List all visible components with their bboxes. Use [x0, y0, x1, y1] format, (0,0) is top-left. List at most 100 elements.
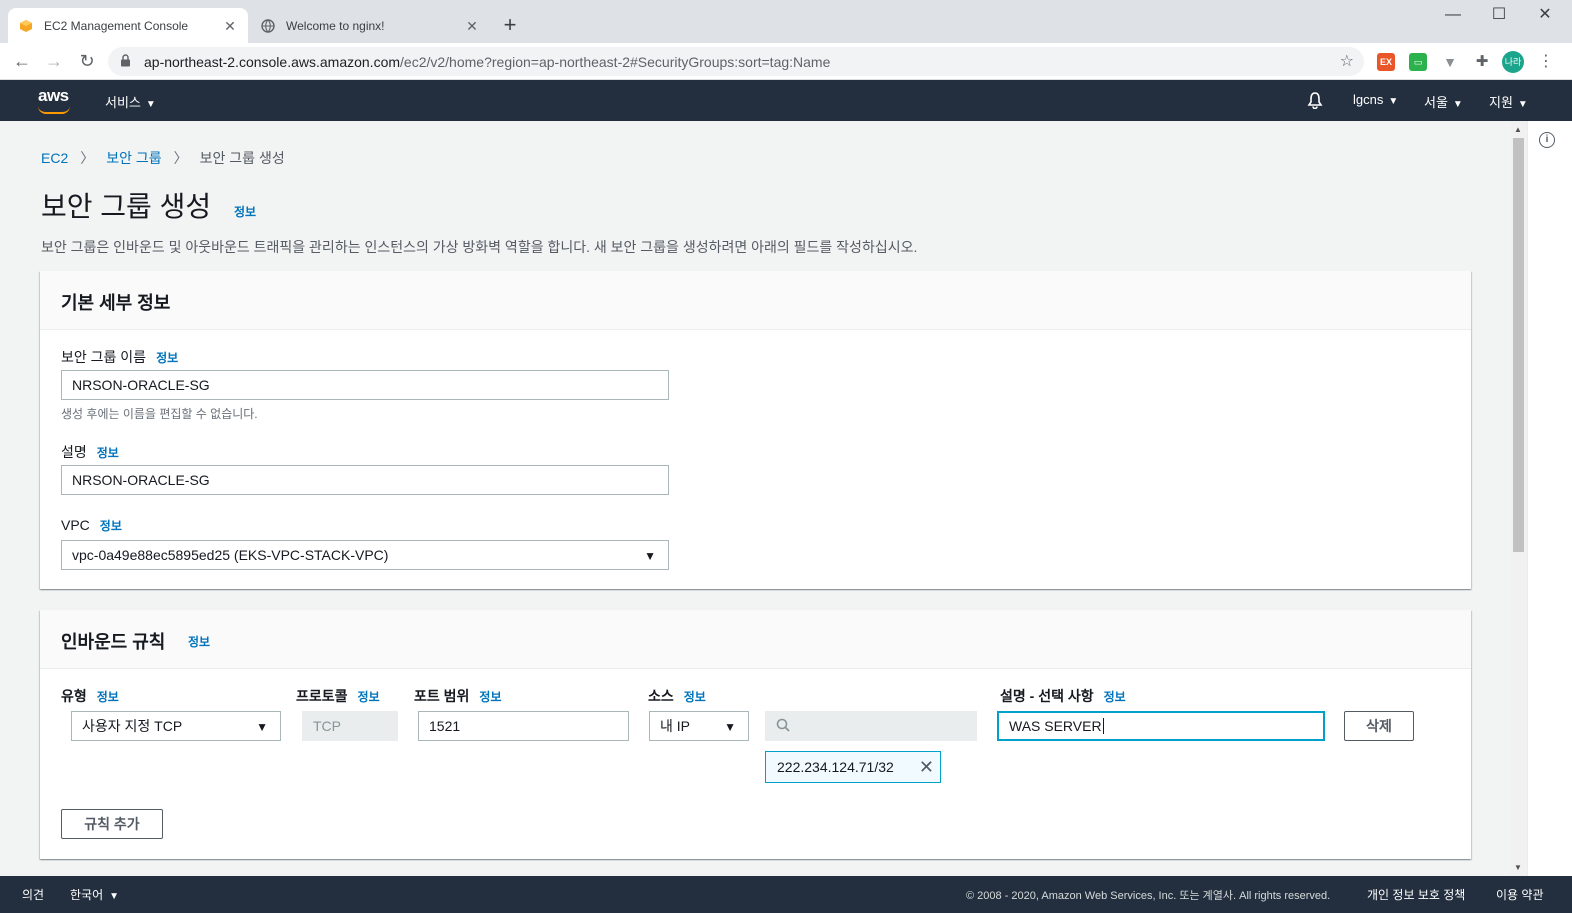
close-icon[interactable]: ✕ [464, 18, 480, 34]
page-title: 보안 그룹 생성 [41, 191, 212, 222]
caret-down-icon: ▼ [145, 99, 156, 110]
breadcrumb: EC2 〉 보안 그룹 〉 보안 그룹 생성 [41, 148, 285, 168]
breadcrumb-current: 보안 그룹 생성 [199, 150, 285, 166]
profile-avatar[interactable]: 나라 [1502, 51, 1524, 73]
sg-name-info-link[interactable]: 정보 [156, 351, 178, 365]
forward-arrow-icon[interactable]: → [42, 50, 66, 74]
tab-title: EC2 Management Console [44, 18, 189, 33]
cidr-search-input[interactable] [765, 711, 977, 741]
source-label: 소스 정보 [648, 688, 706, 704]
rule-description-label: 설명 - 선택 사항 정보 [1000, 688, 1126, 704]
caret-down-icon: ▼ [1517, 99, 1528, 110]
add-rule-button[interactable]: 규칙 추가 [61, 809, 163, 839]
port-info-link[interactable]: 정보 [479, 690, 501, 704]
type-info-link[interactable]: 정보 [97, 690, 119, 704]
maximize-icon[interactable]: ☐ [1476, 4, 1522, 28]
source-info-link[interactable]: 정보 [684, 690, 706, 704]
terms-link[interactable]: 이용 약관 [1496, 886, 1544, 903]
caret-down-icon: ▼ [1388, 96, 1399, 107]
extension-ex-icon[interactable]: EX [1377, 53, 1395, 71]
reload-icon[interactable]: ↻ [75, 50, 99, 74]
new-tab-icon[interactable]: + [498, 14, 522, 38]
caret-down-icon: ▼ [109, 891, 120, 902]
url-path: /ec2/v2/home?region=ap-northeast-2#Secur… [400, 53, 831, 70]
protocol-info-link[interactable]: 정보 [358, 690, 380, 704]
aws-box-icon [18, 18, 34, 34]
page-info-link[interactable]: 정보 [234, 203, 256, 220]
account-menu[interactable]: lgcns ▼ [1353, 92, 1398, 107]
copyright-text: © 2008 - 2020, Amazon Web Services, Inc.… [966, 890, 1331, 902]
region-menu[interactable]: 서울 ▼ [1424, 92, 1463, 111]
scroll-down-icon[interactable]: ▼ [1514, 863, 1522, 872]
rule-description-input[interactable]: WAS SERVER [997, 711, 1325, 741]
description-info-link[interactable]: 정보 [97, 446, 119, 460]
aws-top-nav: aws 서비스 ▼ lgcns ▼ 서울 ▼ 지원 ▼ [0, 80, 1572, 121]
tab-ec2-console[interactable]: EC2 Management Console ✕ [8, 8, 248, 43]
rule-type-select[interactable]: 사용자 지정 TCP ▼ [71, 711, 281, 741]
extension-v-icon[interactable]: ▼ [1441, 53, 1459, 71]
breadcrumb-security-groups[interactable]: 보안 그룹 [106, 148, 161, 168]
caret-down-icon: ▼ [644, 549, 656, 563]
window-close-icon[interactable]: ✕ [1522, 4, 1568, 28]
browser-menu-icon[interactable]: ⋮ [1538, 51, 1554, 71]
inbound-rules-header: 인바운드 규칙 [61, 632, 166, 652]
lock-icon [120, 53, 134, 70]
remove-token-icon[interactable]: ✕ [919, 758, 934, 776]
caret-down-icon: ▼ [724, 720, 736, 734]
page-scrollbar[interactable]: ▲ ▼ [1510, 121, 1527, 876]
vpc-info-link[interactable]: 정보 [100, 519, 122, 533]
support-menu[interactable]: 지원 ▼ [1489, 92, 1528, 111]
breadcrumb-ec2[interactable]: EC2 [41, 150, 68, 166]
basic-details-panel: 기본 세부 정보 보안 그룹 이름 정보 NRSON-ORACLE-SG 생성 후… [40, 271, 1471, 589]
aws-footer: 의견 한국어 ▼ © 2008 - 2020, Amazon Web Servic… [0, 876, 1572, 913]
main-content: EC2 〉 보안 그룹 〉 보안 그룹 생성 보안 그룹 생성 정보 보안 그룹… [0, 121, 1510, 876]
privacy-policy-link[interactable]: 개인 정보 보호 정책 [1367, 886, 1465, 903]
inbound-info-link[interactable]: 정보 [188, 633, 210, 650]
tab-nginx[interactable]: Welcome to nginx! ✕ [250, 8, 490, 43]
port-range-label: 포트 범위 정보 [414, 688, 502, 704]
chevron-right-icon: 〉 [173, 150, 188, 166]
browser-tab-bar: EC2 Management Console ✕ Welcome to ngin… [0, 0, 1572, 43]
cidr-token: 222.234.124.71/32 ✕ [765, 751, 941, 783]
search-icon [776, 718, 790, 735]
scrollbar-thumb[interactable] [1513, 138, 1524, 552]
sg-name-label: 보안 그룹 이름 정보 [61, 349, 179, 365]
vpc-select[interactable]: vpc-0a49e88ec5895ed25 (EKS-VPC-STACK-VPC… [61, 540, 669, 570]
vpc-label: VPC 정보 [61, 517, 122, 533]
address-bar: ← → ↻ ap-northeast-2.console.aws.amazon.… [0, 43, 1572, 80]
delete-rule-button[interactable]: 삭제 [1344, 711, 1414, 741]
globe-icon [260, 18, 276, 34]
aws-smile-icon [38, 106, 70, 114]
text-cursor [1102, 718, 1104, 734]
port-range-input[interactable]: 1521 [418, 711, 629, 741]
extension-screen-icon[interactable]: ▭ [1409, 53, 1427, 71]
language-select[interactable]: 한국어 ▼ [70, 886, 119, 903]
help-side-rail: i [1527, 121, 1572, 876]
minimize-icon[interactable]: — [1430, 4, 1476, 28]
protocol-input: TCP [302, 711, 398, 741]
extensions-puzzle-icon[interactable]: ✚ [1473, 53, 1491, 71]
inbound-rules-panel: 인바운드 규칙 정보 유형 정보 프로토콜 정보 포트 범위 정보 소스 정보 설명 -… [40, 610, 1471, 859]
rule-desc-info-link[interactable]: 정보 [1104, 690, 1126, 704]
services-menu[interactable]: 서비스 ▼ [105, 92, 156, 111]
caret-down-icon: ▼ [1452, 99, 1463, 110]
close-icon[interactable]: ✕ [222, 18, 238, 34]
bookmark-star-icon[interactable]: ☆ [1340, 51, 1354, 71]
type-label: 유형 정보 [61, 688, 119, 704]
basic-details-header: 기본 세부 정보 [61, 293, 171, 313]
url-input[interactable]: ap-northeast-2.console.aws.amazon.com/ec… [108, 47, 1364, 76]
page-description: 보안 그룹은 인바운드 및 아웃바운드 트래픽을 관리하는 인스턴스의 가상 방… [41, 239, 918, 255]
protocol-label: 프로토콜 정보 [296, 688, 380, 704]
source-select[interactable]: 내 IP ▼ [649, 711, 749, 741]
info-circle-icon[interactable]: i [1539, 132, 1555, 148]
bell-icon[interactable] [1306, 91, 1324, 112]
feedback-link[interactable]: 의견 [22, 886, 44, 903]
url-host: ap-northeast-2.console.aws.amazon.com [144, 53, 401, 70]
sg-name-hint: 생성 후에는 이름을 편집할 수 없습니다. [61, 407, 258, 421]
scroll-up-icon[interactable]: ▲ [1514, 125, 1522, 134]
back-arrow-icon[interactable]: ← [10, 50, 34, 74]
description-input[interactable]: NRSON-ORACLE-SG [61, 465, 669, 495]
description-label: 설명 정보 [61, 444, 119, 460]
sg-name-input[interactable]: NRSON-ORACLE-SG [61, 370, 669, 400]
aws-logo[interactable]: aws [38, 86, 72, 114]
